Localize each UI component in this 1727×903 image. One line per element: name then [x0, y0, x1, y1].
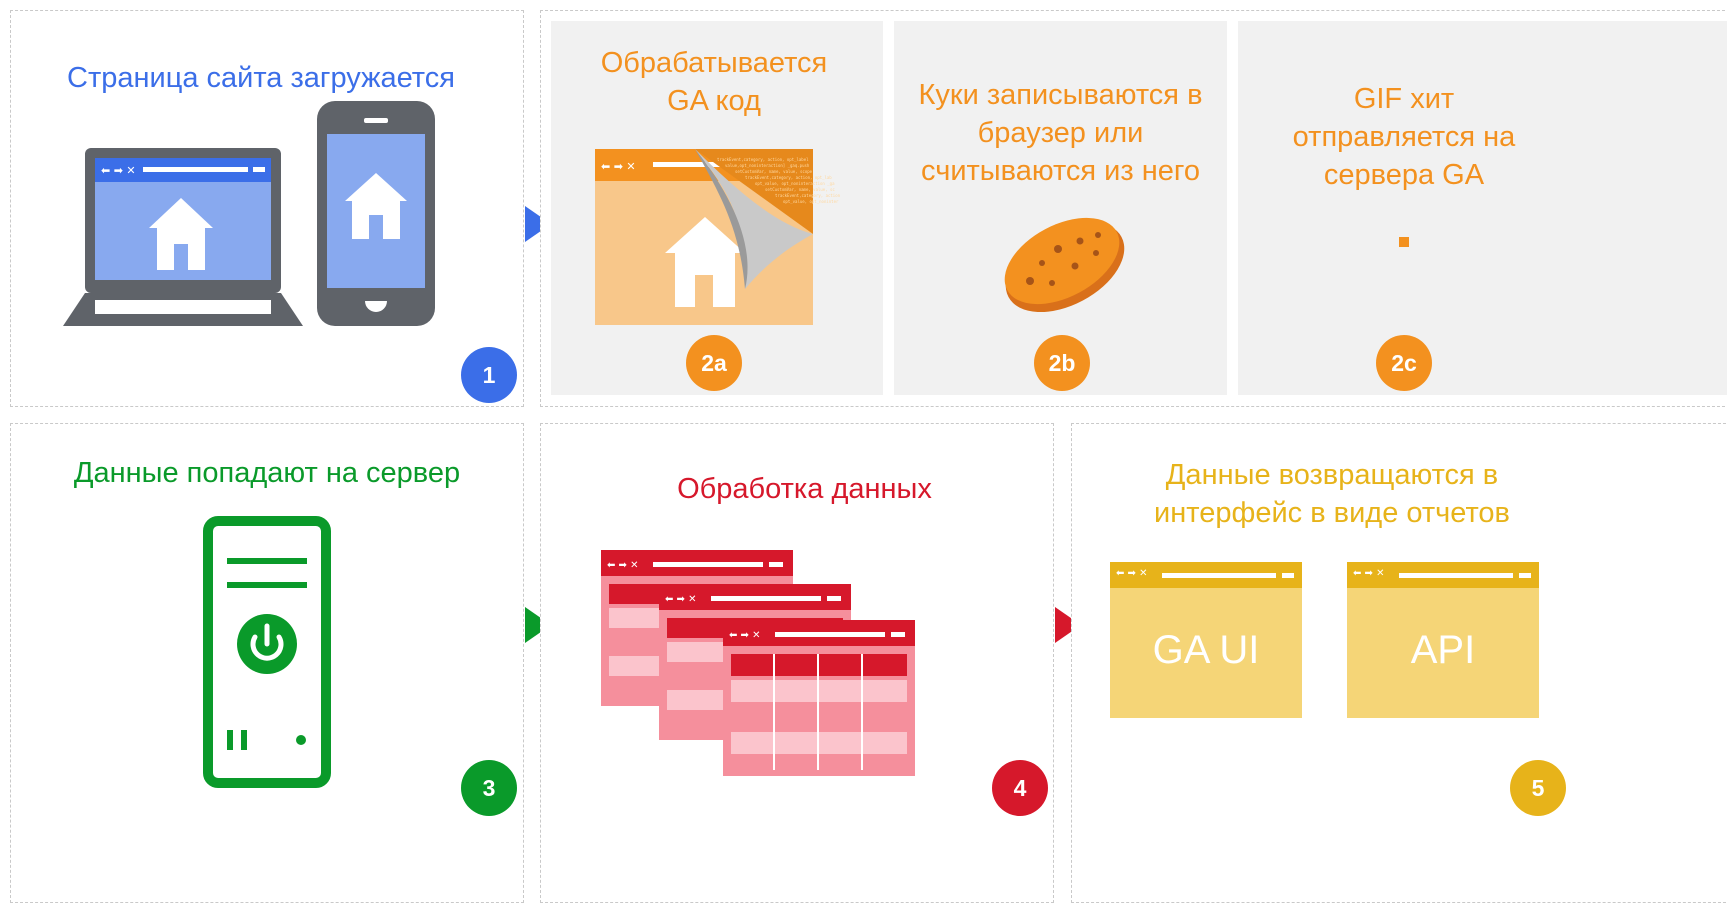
- step-2c-badge: 2c: [1376, 335, 1432, 391]
- pixel-icon: [1399, 237, 1409, 247]
- svg-text:setCustomVar, name, value, sco: setCustomVar, name, value, scope: [735, 169, 813, 174]
- api-label: API: [1410, 628, 1476, 672]
- cookie-icon: [1004, 217, 1125, 313]
- svg-text:value,opt_noninteraction] _gaq: value,opt_noninteraction] _gaq.push: [725, 163, 810, 168]
- step-2b-title-line1: Куки записываются в: [918, 79, 1203, 111]
- step-2a-badge: 2a: [686, 335, 742, 391]
- svg-text:trackEvent,category, action, o: trackEvent,category, action, opt_lab: [745, 175, 832, 180]
- browser-window-icon: ⬅ ➡ ✕ trackEvent,category, action, opt_l…: [595, 149, 841, 325]
- step-5-panel: Данные возвращаются в интерфейс в виде о…: [1071, 423, 1727, 903]
- step-2c-title-line2: отправляется на: [1292, 121, 1516, 153]
- step-4-panel: Обработка данных ⬅ ➡ ✕ ⬅ ➡ ✕ ⬅ ➡ ✕ 4: [540, 423, 1054, 903]
- svg-text:⬅ ➡ ✕: ⬅ ➡ ✕: [601, 160, 636, 173]
- step-2b-badge: 2b: [1034, 335, 1090, 391]
- svg-text:setCustomVar, name, value, sc: setCustomVar, name, value, sc: [765, 187, 835, 192]
- server-tower-icon: [203, 516, 331, 788]
- step-2b-panel: Куки записываются в браузер или считываю…: [894, 21, 1227, 395]
- data-tables-stack-icon: ⬅ ➡ ✕ ⬅ ➡ ✕ ⬅ ➡ ✕: [601, 550, 915, 776]
- power-icon: [237, 614, 297, 674]
- smartphone-icon: [317, 101, 435, 326]
- step-4-badge: 4: [992, 760, 1048, 816]
- step-2c-panel: GIF хит отправляется на сервера GA 2c: [1238, 21, 1727, 395]
- svg-text:opt_value, opt_noninteraction: opt_value, opt_noninteraction _ga: [755, 181, 835, 186]
- step-1-title: Страница сайта загружается: [67, 62, 455, 94]
- svg-text:⬅ ➡ ✕: ⬅ ➡ ✕: [665, 594, 697, 605]
- api-window: ⬅ ➡ ✕ API: [1347, 562, 1539, 718]
- step-3-title: Данные попадают на сервер: [73, 457, 461, 489]
- svg-text:⬅ ➡ ✕: ⬅ ➡ ✕: [607, 560, 639, 571]
- step-2a-title-line2: GA код: [667, 85, 761, 117]
- step-5-badge: 5: [1510, 760, 1566, 816]
- svg-text:⬅ ➡ ✕: ⬅ ➡ ✕: [729, 630, 761, 641]
- step-5-title-line2: интерфейс в виде отчетов: [1154, 497, 1510, 529]
- step-2a-title-line1: Обрабатывается: [600, 47, 828, 79]
- ga-ui-label: GA UI: [1152, 628, 1260, 672]
- svg-text:trackEvent,category, action, o: trackEvent,category, action, opt_label: [717, 157, 809, 162]
- step-2c-title-line3: сервера GA: [1323, 159, 1485, 191]
- step-5-title-line1: Данные возвращаются в: [1165, 459, 1499, 491]
- step-2b-title-line2: браузер или: [977, 117, 1144, 149]
- svg-text:trackEvent,category, action: trackEvent,category, action: [775, 193, 841, 198]
- step-2c-title-line1: GIF хит: [1353, 83, 1455, 115]
- step-4-title: Обработка данных: [677, 473, 932, 505]
- step-1-panel: Страница сайта загружается ⬅ ➡ ✕ 1: [10, 10, 524, 407]
- step-3-panel: Данные попадают на сервер 3: [10, 423, 524, 903]
- step-2a-panel: Обрабатывается GA код ⬅ ➡ ✕ trackEvent,c…: [551, 21, 883, 395]
- step-2b-title-line3: считываются из него: [921, 155, 1200, 187]
- step-3-badge: 3: [461, 760, 517, 816]
- laptop-icon: ⬅ ➡ ✕: [63, 148, 303, 326]
- ga-ui-window: ⬅ ➡ ✕ GA UI: [1110, 562, 1302, 718]
- step-1-badge: 1: [461, 347, 517, 403]
- svg-text:opt_value, opt_noninter: opt_value, opt_noninter: [783, 199, 839, 204]
- svg-text:⬅ ➡ ✕: ⬅ ➡ ✕: [101, 164, 136, 177]
